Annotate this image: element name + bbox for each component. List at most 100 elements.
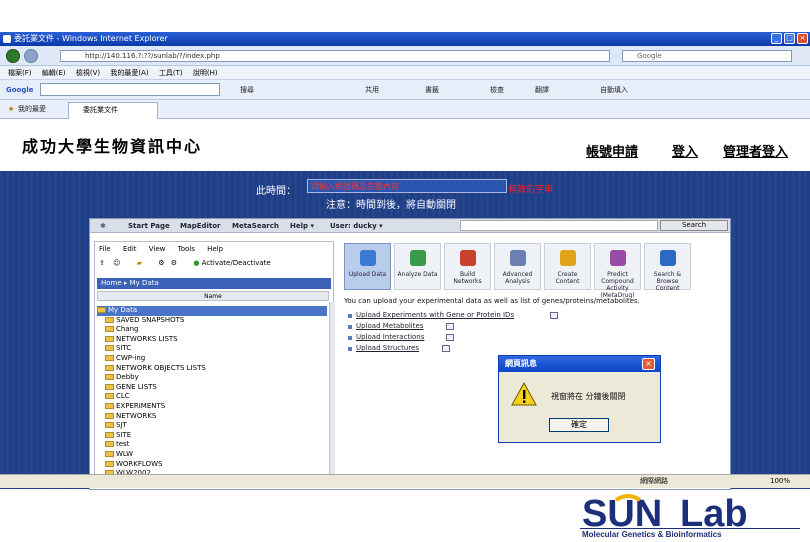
folder-icon <box>105 393 114 400</box>
app-window: ✱ Start Page MapEditor MetaSearch Help ▾… <box>89 218 731 490</box>
file-menu-file[interactable]: File <box>99 245 111 253</box>
notice-subtitle: 注意：時間到後，將自動關閉 <box>326 200 456 211</box>
folder-icon <box>105 364 114 371</box>
tree-item[interactable]: GENE LISTS <box>105 383 157 393</box>
tree-item[interactable]: Chang <box>105 325 139 335</box>
folder-icon[interactable]: ▰ <box>137 259 142 267</box>
toolbar-autofill[interactable]: 自動填入 <box>600 84 628 96</box>
breadcrumb-home[interactable]: Home <box>101 279 122 287</box>
tree-item[interactable]: WLW <box>105 450 133 460</box>
app-search-button[interactable]: Search <box>660 220 728 231</box>
tree-item-label: CWP-ing <box>116 354 146 362</box>
activate-label[interactable]: Activate/Deactivate <box>202 259 271 267</box>
file-icon <box>550 312 558 319</box>
tool-button[interactable]: Advanced Analysis <box>494 243 541 290</box>
toolbar-search[interactable]: 搜尋 <box>240 84 254 96</box>
login-link[interactable]: 登入 <box>672 141 698 160</box>
tab-current[interactable]: 委託業文件 <box>68 102 158 119</box>
site-title: 成功大學生物資訊中心 <box>22 137 203 156</box>
app-search-input[interactable] <box>460 220 658 231</box>
minimize-button[interactable]: _ <box>771 33 782 44</box>
activate-icon[interactable]: ● <box>193 259 199 267</box>
upload-icon[interactable]: ⇪ <box>99 259 105 267</box>
forward-icon[interactable] <box>24 49 38 63</box>
maximize-button[interactable]: □ <box>784 33 795 44</box>
favorites-label[interactable]: 我的最愛 <box>18 103 46 115</box>
folder-icon <box>105 441 114 448</box>
zoom-level[interactable]: 100% <box>770 475 790 488</box>
tree-item[interactable]: SJT <box>105 421 127 431</box>
tree-item[interactable]: SITC <box>105 344 131 354</box>
menu-file[interactable]: 檔案(F) <box>8 66 32 80</box>
tool-button[interactable]: Upload Data <box>344 243 391 290</box>
tree-item[interactable]: SITE <box>105 431 131 441</box>
upload-link[interactable]: Upload Interactions <box>356 333 424 341</box>
toolbar-translate[interactable]: 翻譯 <box>535 84 549 96</box>
folder-icon <box>105 412 114 419</box>
status-bar: 網際網路 100% <box>0 474 810 488</box>
tree-item[interactable]: CWP-ing <box>105 354 145 364</box>
file-menu-edit[interactable]: Edit <box>123 245 137 253</box>
tool-button[interactable]: Analyze Data <box>394 243 441 290</box>
tree-item[interactable]: NETWORK OBJECTS LISTS <box>105 364 206 374</box>
app-menu-help[interactable]: Help ▾ <box>290 219 314 233</box>
toolbar-bookmarks[interactable]: 書籤 <box>425 84 439 96</box>
tool-label: Predict Compound Activity (MetaDrug) <box>600 271 635 299</box>
menu-favorites[interactable]: 我的最愛(A) <box>110 66 148 80</box>
menu-view[interactable]: 檢視(V) <box>76 66 100 80</box>
tool-button[interactable]: Create Content <box>544 243 591 290</box>
app-menu-user[interactable]: User: ducky ▾ <box>330 219 383 233</box>
close-window-button[interactable]: × <box>797 33 808 44</box>
tool-button[interactable]: Search & Browse Content <box>644 243 691 292</box>
users-icon[interactable]: ☺ <box>113 259 120 267</box>
tool-label: Advanced Analysis <box>502 271 533 285</box>
home-icon[interactable]: ✱ <box>100 219 106 233</box>
register-link[interactable]: 帳號申請 <box>586 141 638 160</box>
dialog-message: 視窗將在 分鐘後關閉 <box>551 392 626 401</box>
admin-login-link[interactable]: 管理者登入 <box>723 141 788 160</box>
dialog-close-button[interactable]: × <box>642 358 655 370</box>
folder-icon <box>105 316 114 323</box>
app-menu-metasearch[interactable]: MetaSearch <box>232 219 279 233</box>
tree-item[interactable]: NETWORKS <box>105 412 156 422</box>
tool-icon <box>610 250 626 266</box>
menu-edit[interactable]: 編輯(E) <box>42 66 66 80</box>
toolbar-share[interactable]: 共用 <box>365 84 379 96</box>
tree-item[interactable]: WORKFLOWS <box>105 460 162 470</box>
upload-link[interactable]: Upload Metabolites <box>356 322 423 330</box>
address-bar-row: http://140.116.?:??/sunlab/?/index.php G… <box>0 46 810 66</box>
upload-link[interactable]: Upload Structures <box>356 344 419 352</box>
browser-search-input[interactable]: Google <box>622 50 792 62</box>
upload-link[interactable]: Upload Experiments with Gene or Protein … <box>356 311 514 319</box>
dialog-ok-button[interactable]: 確定 <box>549 418 609 432</box>
file-menu-view[interactable]: View <box>149 245 166 253</box>
gear-icon[interactable]: ⚙ <box>171 259 177 267</box>
breadcrumb-mydata[interactable]: My Data <box>130 279 159 287</box>
menu-tools[interactable]: 工具(T) <box>159 66 183 80</box>
file-menu-help[interactable]: Help <box>207 245 223 253</box>
google-toolbar: Google 搜尋 共用 書籤 檢查 翻譯 自動填入 <box>0 80 810 100</box>
tree-item[interactable]: SAVED SNAPSHOTS <box>105 316 184 326</box>
app-menu-mapeditor[interactable]: MapEditor <box>180 219 221 233</box>
tree-item[interactable]: My Data <box>97 306 327 316</box>
file-panel: File Edit View Tools Help ⇪ ☺ ▰ ⚙ ⚙ ● Ac… <box>94 241 335 487</box>
address-input[interactable]: http://140.116.?:??/sunlab/?/index.php <box>60 50 610 62</box>
app-menu-start[interactable]: Start Page <box>128 219 170 233</box>
tool-button[interactable]: Build Networks <box>444 243 491 290</box>
tool-button[interactable]: Predict Compound Activity (MetaDrug) <box>594 243 641 299</box>
file-menu-tools[interactable]: Tools <box>178 245 195 253</box>
menu-help[interactable]: 說明(H) <box>193 66 218 80</box>
tree-item[interactable]: CLC <box>105 392 130 402</box>
file-tree-scrollbar[interactable] <box>329 302 335 486</box>
google-search-field[interactable] <box>40 83 220 96</box>
star-icon[interactable]: ★ <box>8 103 14 115</box>
settings-icon[interactable]: ⚙ <box>158 259 164 267</box>
back-icon[interactable] <box>6 49 20 63</box>
tree-item[interactable]: Debby <box>105 373 139 383</box>
warning-icon <box>511 382 537 406</box>
tree-item[interactable]: EXPERIMENTS <box>105 402 165 412</box>
column-header-name[interactable]: Name <box>97 291 329 301</box>
tree-item[interactable]: test <box>105 440 129 450</box>
toolbar-check[interactable]: 檢查 <box>490 84 504 96</box>
tree-item[interactable]: NETWORKS LISTS <box>105 335 178 345</box>
